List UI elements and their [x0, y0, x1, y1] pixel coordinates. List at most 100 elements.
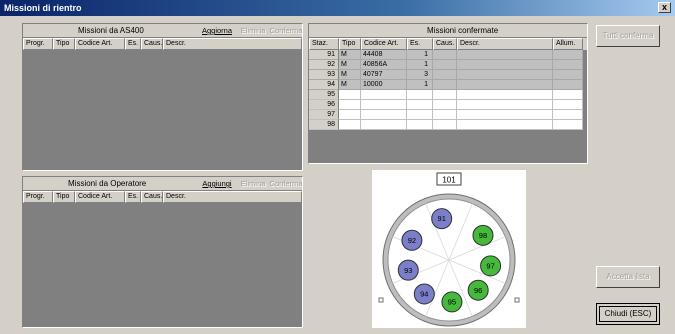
confirmed-missions-panel: Missioni confermate Staz. Tipo Codice Ar… — [308, 23, 588, 164]
table-row[interactable]: 93 M 40797 3 — [309, 70, 587, 80]
cell-allum — [553, 50, 583, 60]
col-codice-art[interactable]: Codice Art. — [75, 191, 125, 203]
window-title-bar: Missioni di rientro x — [0, 0, 675, 16]
station-label: 92 — [408, 236, 416, 245]
cell-tipo — [339, 90, 361, 100]
col-progr[interactable]: Progr. — [23, 191, 53, 203]
table-row[interactable]: 96 — [309, 100, 587, 110]
col-es[interactable]: Es. — [407, 38, 433, 50]
operator-delete-button[interactable]: Elimina — [239, 178, 267, 190]
col-allum[interactable]: Allum. — [553, 38, 583, 50]
cell-es: 1 — [407, 80, 433, 90]
col-caus[interactable]: Caus. — [433, 38, 457, 50]
cell-tipo — [339, 120, 361, 130]
table-row[interactable]: 92 M 40856A 1 — [309, 60, 587, 70]
station-label: 93 — [404, 266, 412, 275]
col-descr[interactable]: Descr. — [163, 191, 302, 203]
operator-grid-body[interactable] — [23, 203, 302, 327]
col-caus[interactable]: Caus. — [141, 191, 163, 203]
as400-grid-body[interactable] — [23, 50, 302, 170]
cell-descr — [457, 50, 553, 60]
cell-codice-art: 44408 — [361, 50, 407, 60]
col-descr[interactable]: Descr. — [163, 38, 302, 50]
station-label: 97 — [486, 261, 494, 270]
station-wheel: 101 91 92 93 94 95 96 97 98 — [378, 172, 520, 327]
cell-allum — [553, 70, 583, 80]
confirmed-panel-title: Missioni confermate — [427, 26, 499, 35]
cell-staz: 97 — [309, 110, 339, 120]
cell-caus — [433, 90, 457, 100]
operator-confirm-button[interactable]: Conferma — [269, 178, 303, 190]
cell-codice-art — [361, 120, 407, 130]
table-row[interactable]: 98 — [309, 120, 587, 130]
cell-es: 3 — [407, 70, 433, 80]
cell-descr — [457, 90, 553, 100]
cell-es: 1 — [407, 50, 433, 60]
as400-confirm-button[interactable]: Conferma — [269, 25, 303, 37]
cell-codice-art: 10000 — [361, 80, 407, 90]
cell-allum — [553, 100, 583, 110]
cell-codice-art — [361, 110, 407, 120]
close-esc-button[interactable]: Chiudi (ESC) — [596, 303, 660, 325]
all-confirm-button[interactable]: Tutti conferma — [596, 25, 660, 47]
col-tipo[interactable]: Tipo — [53, 191, 75, 203]
col-staz[interactable]: Staz. — [309, 38, 339, 50]
col-tipo[interactable]: Tipo — [53, 38, 75, 50]
cell-staz: 92 — [309, 60, 339, 70]
col-es[interactable]: Es. — [125, 191, 141, 203]
cell-allum — [553, 110, 583, 120]
wheel-marker-left — [378, 297, 384, 303]
cell-descr — [457, 100, 553, 110]
wheel-counter: 101 — [442, 176, 456, 185]
cell-staz: 91 — [309, 50, 339, 60]
cell-codice-art: 40856A — [361, 60, 407, 70]
confirmed-grid-body[interactable]: 91 M 44408 1 92 M 40856A 1 93 M 40797 3 94 M 10000 1 95 9… — [309, 50, 587, 163]
cell-allum — [553, 80, 583, 90]
cell-codice-art — [361, 100, 407, 110]
station-wheel-area: 101 91 92 93 94 95 96 97 98 — [372, 170, 526, 328]
cell-allum — [553, 120, 583, 130]
cell-caus — [433, 50, 457, 60]
cell-staz: 94 — [309, 80, 339, 90]
confirmed-column-headers: Staz. Tipo Codice Art. Es. Caus. Descr. … — [309, 38, 587, 50]
add-button[interactable]: Aggiungi — [198, 178, 236, 190]
table-row[interactable]: 91 M 44408 1 — [309, 50, 587, 60]
cell-allum — [553, 60, 583, 70]
operator-missions-panel: Missioni da Operatore Aggiungi Elimina C… — [22, 176, 303, 328]
update-button[interactable]: Aggiorna — [198, 25, 236, 37]
as400-delete-button[interactable]: Elimina — [239, 25, 267, 37]
station-label: 94 — [420, 290, 428, 299]
close-window-button[interactable]: x — [658, 2, 671, 13]
as400-panel-title: Missioni da AS400 — [78, 26, 144, 35]
operator-panel-header: Missioni da Operatore Aggiungi Elimina C… — [23, 177, 302, 191]
col-codice-art[interactable]: Codice Art. — [75, 38, 125, 50]
col-progr[interactable]: Progr. — [23, 38, 53, 50]
cell-caus — [433, 80, 457, 90]
cell-tipo: M — [339, 50, 361, 60]
confirmed-panel-header: Missioni confermate — [309, 24, 587, 38]
col-descr[interactable]: Descr. — [457, 38, 553, 50]
table-row[interactable]: 95 — [309, 90, 587, 100]
col-codice-art[interactable]: Codice Art. — [361, 38, 407, 50]
station-label: 95 — [448, 297, 456, 306]
wheel-marker-right — [514, 297, 520, 303]
col-tipo[interactable]: Tipo — [339, 38, 361, 50]
cell-staz: 93 — [309, 70, 339, 80]
cell-descr — [457, 110, 553, 120]
cell-descr — [457, 120, 553, 130]
cell-es — [407, 100, 433, 110]
window-title: Missioni di rientro — [4, 3, 82, 13]
cell-tipo — [339, 100, 361, 110]
cell-caus — [433, 60, 457, 70]
station-label: 91 — [438, 214, 446, 223]
table-row[interactable]: 94 M 10000 1 — [309, 80, 587, 90]
col-caus[interactable]: Caus. — [141, 38, 163, 50]
cell-codice-art: 40797 — [361, 70, 407, 80]
cell-staz: 95 — [309, 90, 339, 100]
cell-caus — [433, 100, 457, 110]
accept-list-button[interactable]: Accetta lista — [596, 266, 660, 288]
col-es[interactable]: Es. — [125, 38, 141, 50]
table-row[interactable]: 97 — [309, 110, 587, 120]
cell-staz: 96 — [309, 100, 339, 110]
cell-tipo: M — [339, 70, 361, 80]
